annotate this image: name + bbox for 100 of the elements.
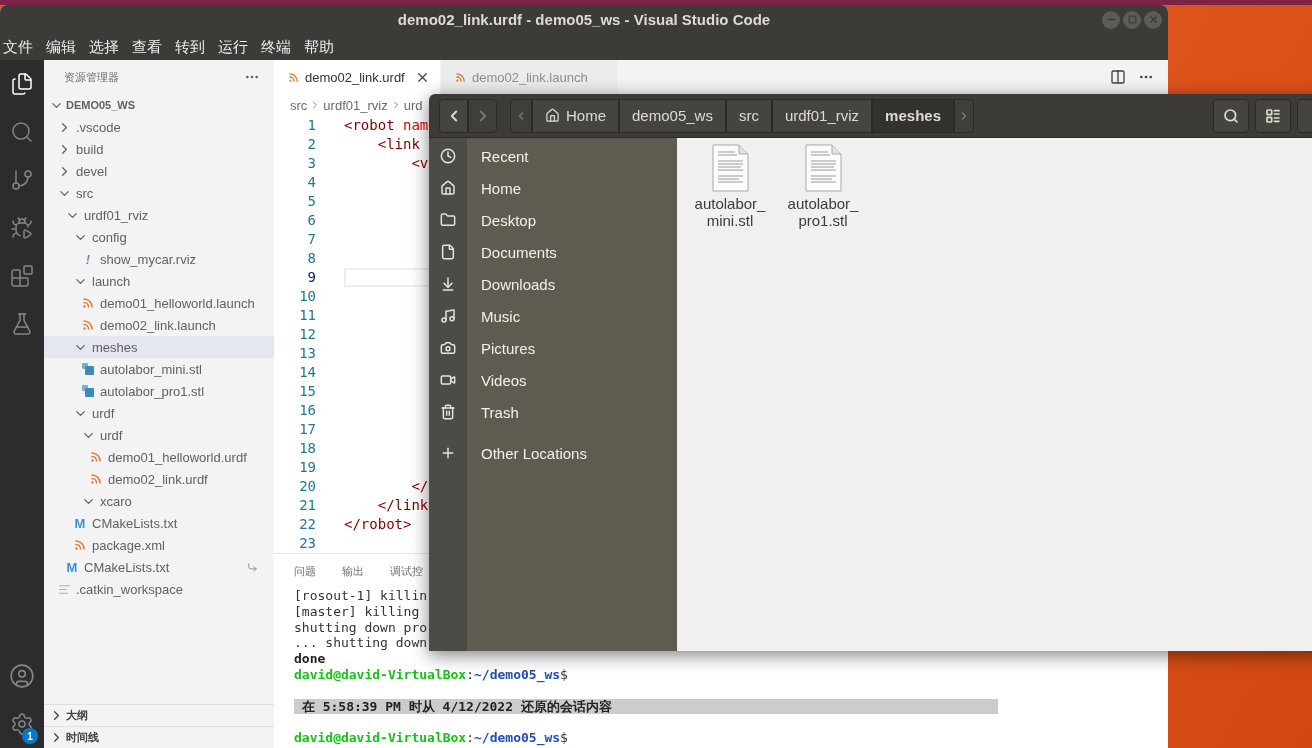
line-number: 13 [298,344,316,363]
line-number: 17 [298,420,316,439]
split-editor-icon[interactable] [1110,69,1126,85]
file-type-icon: M [64,559,80,575]
path-button[interactable]: src [725,98,772,133]
tree-item[interactable]: ! show_mycar.rviz [44,248,274,270]
branch-icon[interactable] [10,168,34,192]
place-item[interactable]: Pictures [429,332,677,364]
video-icon [440,372,456,388]
section-header[interactable]: 大纲 [44,704,274,726]
breadcrumb[interactable]: src [290,97,308,113]
rss-icon [455,71,466,83]
line-number: 3 [306,154,316,173]
section-header[interactable]: 时间线 [44,726,274,748]
tree-item[interactable]: demo02_link.launch [44,314,274,336]
menu-item[interactable]: 帮助 [301,34,340,60]
tree-item[interactable]: M CMakeLists.txt [44,556,274,578]
files-icon[interactable] [10,72,34,96]
tree-item[interactable]: demo02_link.urdf [44,468,274,490]
place-item[interactable]: Downloads [429,268,677,300]
music-icon [440,308,456,324]
tree-item[interactable]: launch [44,270,274,292]
place-item[interactable]: Trash [429,396,677,428]
notification-badge: 1 [22,728,38,744]
menu-item[interactable]: 运行 [215,34,254,60]
rss-icon [88,449,104,465]
line-number: 10 [298,287,316,306]
line-number: 23 [298,534,316,553]
path-button[interactable]: demo05_ws [619,98,726,133]
line-number: 14 [298,363,316,382]
tree-item[interactable]: autolabor_mini.stl [44,358,274,380]
tree-item[interactable]: autolabor_pro1.stl [44,380,274,402]
code-line: </link [376,496,429,515]
menu-item[interactable]: 转到 [172,34,211,60]
tree-item[interactable]: .vscode [44,116,274,138]
tree-item[interactable]: .catkin_workspace [44,578,274,600]
tree-item[interactable]: package.xml [44,534,274,556]
tree-item[interactable]: urdf [44,424,274,446]
place-item[interactable]: Recent [429,140,677,172]
rss-icon [80,295,96,311]
tree-item[interactable]: build [44,138,274,160]
tree-item[interactable]: urdf [44,402,274,424]
document-icon [440,244,456,260]
terminal-line: david@david-VirtualBox:~/demo05_ws$ [294,667,569,683]
menu-item[interactable]: 编辑 [43,34,82,60]
tree-item[interactable]: devel [44,160,274,182]
place-item[interactable]: Videos [429,364,677,396]
account-icon[interactable] [9,663,35,689]
line-number: 19 [298,458,316,477]
tree-item[interactable]: src [44,182,274,204]
search-icon[interactable] [10,120,34,144]
home-icon [440,180,456,196]
tree-item[interactable]: demo01_helloworld.urdf [44,446,274,468]
line-number: 22 [298,515,316,534]
menu-item[interactable]: 查看 [129,34,168,60]
terminal-line: done [294,651,327,667]
file-type-icon: M [72,515,88,531]
list-view-button[interactable] [1255,98,1291,133]
line-number: 12 [298,325,316,344]
search-icon [1223,107,1239,124]
tree-item[interactable]: demo01_helloworld.launch [44,292,274,314]
run-debug-icon[interactable] [10,216,34,240]
terminal-line: ... shutting down [294,635,429,652]
maximize-icon [1127,15,1137,24]
menu-item[interactable]: 终端 [258,34,297,60]
extensions-icon[interactable] [10,264,34,288]
tree-item[interactable]: config [44,226,274,248]
breadcrumb[interactable]: urdf01_rviz [323,97,388,113]
panel-tab[interactable]: 输出 [342,563,364,579]
line-number: 4 [306,173,316,192]
place-item[interactable]: Documents [429,236,677,268]
path-button[interactable]: Home [532,98,619,133]
back-button[interactable] [439,98,468,133]
editor-tab[interactable]: demo02_link.urdf [274,60,441,94]
code-line: <robot nam [344,116,429,135]
plus-icon [440,445,456,461]
place-item[interactable]: Home [429,172,677,204]
tree-item[interactable]: M CMakeLists.txt [44,512,274,534]
line-number: 21 [298,496,316,515]
path-button[interactable]: meshes [872,98,954,133]
tree-item[interactable]: meshes [44,336,274,358]
menu-item[interactable]: 文件 [0,34,39,60]
line-number: 18 [298,439,316,458]
place-item[interactable]: Music [429,300,677,332]
terminal-line: david@david-VirtualBox:~/demo05_ws$ [294,730,569,746]
tree-item[interactable]: urdf01_rviz [44,204,274,226]
path-button[interactable]: urdf01_rviz [771,98,873,133]
place-item[interactable]: Other Locations [429,437,677,469]
file-name[interactable]: autolabor_ mini.stl [694,195,766,229]
workspace-header[interactable]: DEMO05_WS [44,94,274,116]
file-name[interactable]: autolabor_ pro1.stl [787,195,859,229]
flask-icon[interactable] [10,312,34,336]
place-item[interactable]: Desktop [429,204,677,236]
breadcrumb[interactable]: urd [403,97,423,113]
search-button[interactable] [1213,98,1249,133]
menu-item[interactable]: 选择 [86,34,125,60]
line-number: 16 [298,401,316,420]
tree-item[interactable]: xcaro [44,490,274,512]
panel-tab[interactable]: 调试控 [390,563,423,579]
panel-tab[interactable]: 问题 [294,563,316,579]
